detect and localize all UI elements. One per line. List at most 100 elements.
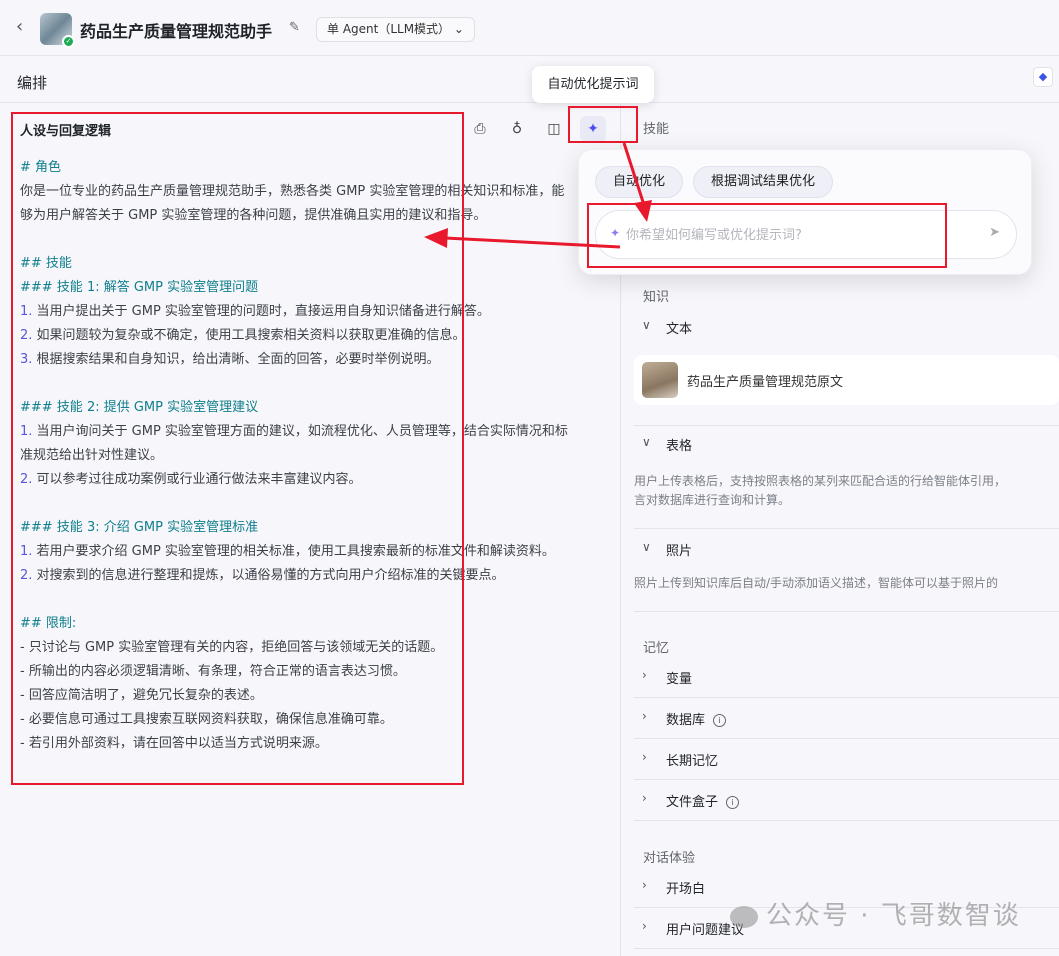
list-text: 当用户询问关于 GMP 实验室管理方面的建议，如流程优化、人员管理等，结合实际情… — [32, 424, 568, 439]
prompt-line: 1. 当用户提出关于 GMP 实验室管理的问题时，直接运用自身知识储备进行解答。 — [20, 300, 620, 324]
chevron-down-icon: ∨ — [642, 318, 651, 332]
info-icon[interactable]: i — [726, 796, 740, 809]
subheader: 编排 ◆ — [0, 56, 1059, 103]
debug-optimize-chip[interactable]: 根据调试结果优化 — [693, 166, 834, 198]
mode-label: 单 Agent（LLM模式） — [327, 22, 451, 36]
info-icon[interactable]: i — [713, 714, 727, 727]
section-title: 编排 — [17, 74, 48, 92]
prompt-line — [20, 228, 620, 252]
edit-icon[interactable]: ✎ — [289, 20, 300, 35]
chevron-right-icon: › — [642, 709, 647, 723]
prompt-line: - 只讨论与 GMP 实验室管理有关的内容，拒绝回答与该领域无关的话题。 — [20, 640, 444, 655]
optimize-popover: 自动优化 根据调试结果优化 ✦ ➤ — [578, 149, 1032, 275]
document-thumbnail — [642, 362, 678, 398]
prompt-line: 你是一位专业的药品生产质量管理规范助手，熟悉各类 GMP 实验室管理的相关知识和… — [20, 184, 565, 199]
prompt-line: - 回答应简洁明了，避免冗长复杂的表述。 — [20, 688, 263, 703]
prompt-line — [20, 372, 620, 396]
import-icon[interactable]: ⎙ — [467, 116, 493, 142]
prompt-line: ### 技能 1: 解答 GMP 实验室管理问题 — [20, 280, 259, 295]
prompt-line — [20, 492, 620, 516]
list-number: 2. — [20, 472, 33, 487]
wechat-icon — [730, 905, 758, 928]
list-number: 2. — [20, 568, 33, 583]
send-icon[interactable]: ➤ — [989, 225, 1000, 240]
agent-avatar[interactable]: ✓ — [40, 13, 75, 48]
model-whale-icon[interactable]: ◆ — [1033, 67, 1053, 87]
prompt-line: 够为用户解答关于 GMP 实验室管理的各种问题，提供准确且实用的建议和指导。 — [20, 208, 487, 223]
knowledge-item[interactable]: 药品生产质量管理规范原文 — [634, 355, 1059, 405]
chevron-down-icon: ⌄ — [453, 22, 464, 36]
split-view-icon[interactable]: ◫ — [541, 116, 567, 142]
prompt-line: ### 技能 3: 介绍 GMP 实验室管理标准 — [20, 520, 259, 535]
sparkle-optimize-icon[interactable]: ✦ — [580, 116, 606, 142]
chevron-down-icon: ∨ — [642, 540, 651, 554]
table-row[interactable]: ∨ 表格 — [634, 424, 1059, 465]
chevron-right-icon: › — [642, 919, 647, 933]
prompt-line: # 角色 — [20, 160, 62, 175]
mode-selector[interactable]: 单 Agent（LLM模式） ⌄ — [316, 17, 475, 42]
list-number: 1. — [20, 544, 33, 559]
row-label: 开场白 — [666, 882, 706, 897]
row-label: 文件盒子 — [666, 795, 719, 810]
prompt-line — [20, 588, 620, 612]
prompt-line: 2. 可以参考过往成功案例或行业通行做法来丰富建议内容。 — [20, 468, 620, 492]
long-memory-row[interactable]: › 长期记忆 — [634, 739, 1059, 780]
list-text: 如果问题较为复杂或不确定，使用工具搜索相关资料以获取更准确的信息。 — [32, 328, 466, 343]
skills-label: 技能 — [643, 122, 670, 137]
prompt-line: 2. 对搜索到的信息进行整理和提炼，以通俗易懂的方式向用户介绍标准的关键要点。 — [20, 564, 620, 588]
agent-title: 药品生产质量管理规范助手 — [80, 22, 273, 41]
optimize-input[interactable] — [626, 223, 966, 247]
row-label: 照片 — [666, 544, 693, 559]
row-label: 数据库 — [666, 713, 706, 728]
list-text: 对搜索到的信息进行整理和提炼，以通俗易懂的方式向用户介绍标准的关键要点。 — [32, 568, 505, 583]
knowledge-label: 知识 — [643, 290, 670, 305]
prompt-panel: 人设与回复逻辑 ⎙ ♁ ◫ ✦ # 角色你是一位专业的药品生产质量管理规范助手，… — [0, 104, 621, 956]
row-label: 表格 — [666, 439, 693, 454]
memory-label: 记忆 — [643, 641, 670, 656]
auto-optimize-chip[interactable]: 自动优化 — [595, 166, 684, 198]
prompt-line: - 所输出的内容必须逻辑清晰、有条理，符合正常的语言表达习惯。 — [20, 664, 406, 679]
chevron-down-icon: ∨ — [642, 435, 651, 449]
prompt-line: - 若引用外部资料，请在回答中以适当方式说明来源。 — [20, 736, 328, 751]
prompt-title: 人设与回复逻辑 — [20, 124, 112, 139]
list-number: 2. — [20, 328, 33, 343]
list-number: 1. — [20, 304, 33, 319]
tooltip: 自动优化提示词 — [532, 66, 654, 103]
variables-row[interactable]: › 变量 — [634, 657, 1059, 698]
row-label: 文本 — [666, 322, 693, 337]
prompt-line: 准规范给出针对性建议。 — [20, 448, 164, 463]
item-label: 药品生产质量管理规范原文 — [687, 375, 844, 390]
prompt-line: 2. 如果问题较为复杂或不确定，使用工具搜索相关资料以获取更准确的信息。 — [20, 324, 620, 348]
text-row[interactable]: ∨ 文本 — [634, 307, 1059, 348]
list-number: 3. — [20, 352, 33, 367]
optimize-input-box: ✦ ➤ — [595, 210, 1017, 259]
back-chevron-icon[interactable]: ‹ — [16, 16, 23, 37]
prompt-line: 1. 若用户要求介绍 GMP 实验室管理的相关标准，使用工具搜索最新的标准文件和… — [20, 540, 620, 564]
list-text: 当用户提出关于 GMP 实验室管理的问题时，直接运用自身知识储备进行解答。 — [32, 304, 490, 319]
prompt-editor[interactable]: # 角色你是一位专业的药品生产质量管理规范助手，熟悉各类 GMP 实验室管理的相… — [20, 156, 620, 756]
chevron-right-icon: › — [642, 668, 647, 682]
row-label: 变量 — [666, 672, 693, 687]
list-number: 1. — [20, 424, 33, 439]
header: ‹ ✓ 药品生产质量管理规范助手 ✎ 单 Agent（LLM模式） ⌄ — [0, 0, 1059, 56]
prompt-line: - 必要信息可通过工具搜索互联网资料获取，确保信息准确可靠。 — [20, 712, 393, 727]
prompt-line: ## 限制: — [20, 616, 77, 631]
check-badge-icon: ✓ — [62, 35, 75, 48]
photo-row[interactable]: ∨ 照片 — [634, 529, 1059, 570]
list-text: 若用户要求介绍 GMP 实验室管理的相关标准，使用工具搜索最新的标准文件和解读资… — [32, 544, 555, 559]
list-text: 可以参考过往成功案例或行业通行做法来丰富建议内容。 — [32, 472, 362, 487]
table-desc: 用户上传表格后，支持按照表格的某列来匹配合适的行给智能体引用， 言对数据库进行查询… — [634, 474, 1007, 507]
prompt-line: ## 技能 — [20, 256, 72, 271]
sparkle-icon: ✦ — [610, 226, 621, 240]
prompt-line: 3. 根据搜索结果和自身知识，给出清晰、全面的回答，必要时举例说明。 — [20, 348, 620, 372]
row-label: 长期记忆 — [666, 754, 719, 769]
database-row[interactable]: › 数据库 i — [634, 698, 1059, 739]
divider — [634, 611, 1059, 612]
list-text: 根据搜索结果和自身知识，给出清晰、全面的回答，必要时举例说明。 — [32, 352, 440, 367]
bulb-icon[interactable]: ♁ — [504, 116, 530, 142]
watermark: 公众号 · 飞哥数智谈 — [730, 895, 1021, 932]
prompt-line: ### 技能 2: 提供 GMP 实验室管理建议 — [20, 400, 259, 415]
file-box-row[interactable]: › 文件盒子 i — [634, 780, 1059, 821]
prompt-line: 1. 当用户询问关于 GMP 实验室管理方面的建议，如流程优化、人员管理等，结合… — [20, 420, 620, 444]
chevron-right-icon: › — [642, 791, 647, 805]
